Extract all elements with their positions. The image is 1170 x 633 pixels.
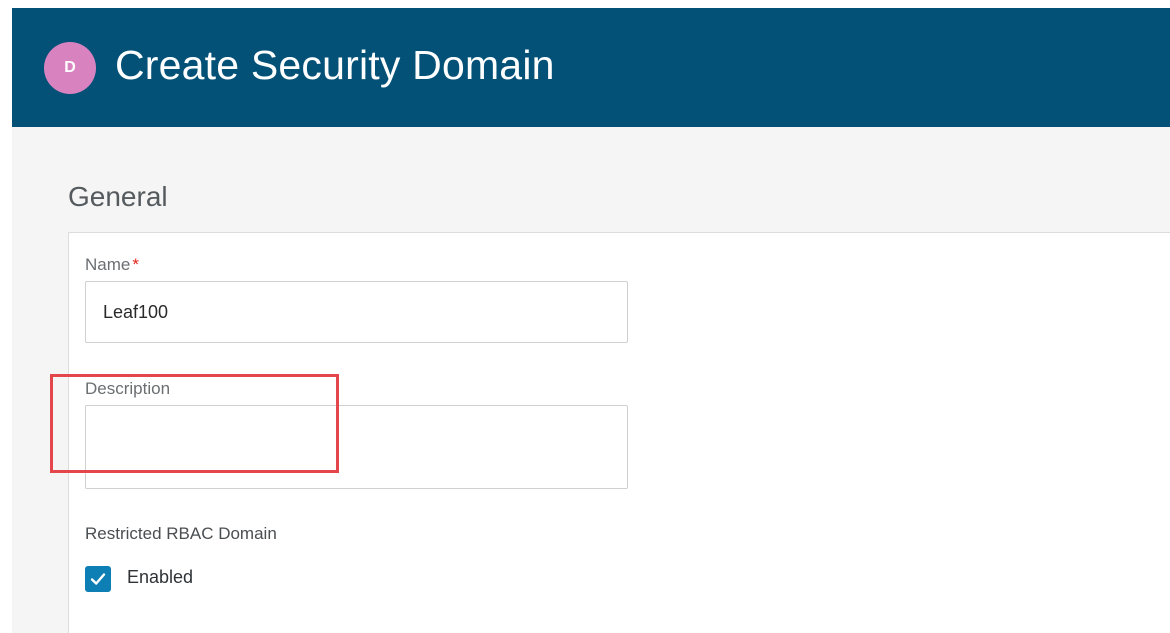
page-title: Create Security Domain — [115, 42, 555, 88]
name-input[interactable]: Leaf100 — [85, 281, 628, 343]
enabled-checkbox[interactable] — [85, 566, 111, 592]
name-label: Name * — [85, 255, 139, 275]
name-label-text: Name — [85, 255, 131, 274]
restricted-rbac-label: Restricted RBAC Domain — [85, 524, 277, 543]
create-security-domain-page: D Create Security Domain General Name * L… — [0, 0, 1170, 633]
page-header: D Create Security Domain — [12, 8, 1170, 127]
checkmark-icon — [90, 573, 106, 585]
section-title-general: General — [68, 181, 168, 212]
name-input-value: Leaf100 — [103, 301, 169, 322]
enabled-checkbox-label[interactable]: Enabled — [127, 567, 193, 588]
highlight-box — [50, 374, 339, 473]
required-marker: * — [132, 255, 139, 274]
avatar: D — [44, 42, 96, 94]
